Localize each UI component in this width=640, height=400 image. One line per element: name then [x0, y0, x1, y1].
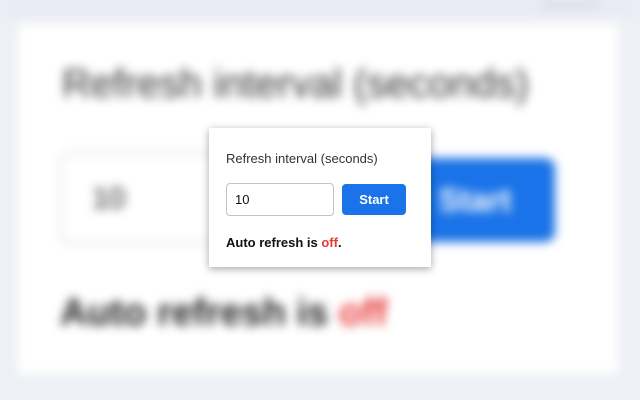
toolbar-button [540, 0, 600, 8]
extension-popup: Refresh interval (seconds) Start Auto re… [209, 128, 431, 267]
background-input-value: 10 [92, 182, 126, 215]
background-title: Refresh interval (seconds) [62, 62, 529, 106]
background-status-value: off [338, 292, 388, 334]
interval-label: Refresh interval (seconds) [226, 151, 378, 166]
background-status: Auto refresh is off [60, 292, 387, 335]
status-value: off [321, 235, 338, 250]
status-suffix: . [337, 235, 342, 250]
interval-input[interactable] [226, 183, 334, 216]
status-prefix: Auto refresh is [226, 235, 322, 250]
background-status-prefix: Auto refresh is [60, 292, 339, 334]
browser-toolbar [0, 0, 640, 16]
start-button[interactable]: Start [342, 184, 406, 215]
auto-refresh-status: Auto refresh is off. [226, 235, 342, 250]
